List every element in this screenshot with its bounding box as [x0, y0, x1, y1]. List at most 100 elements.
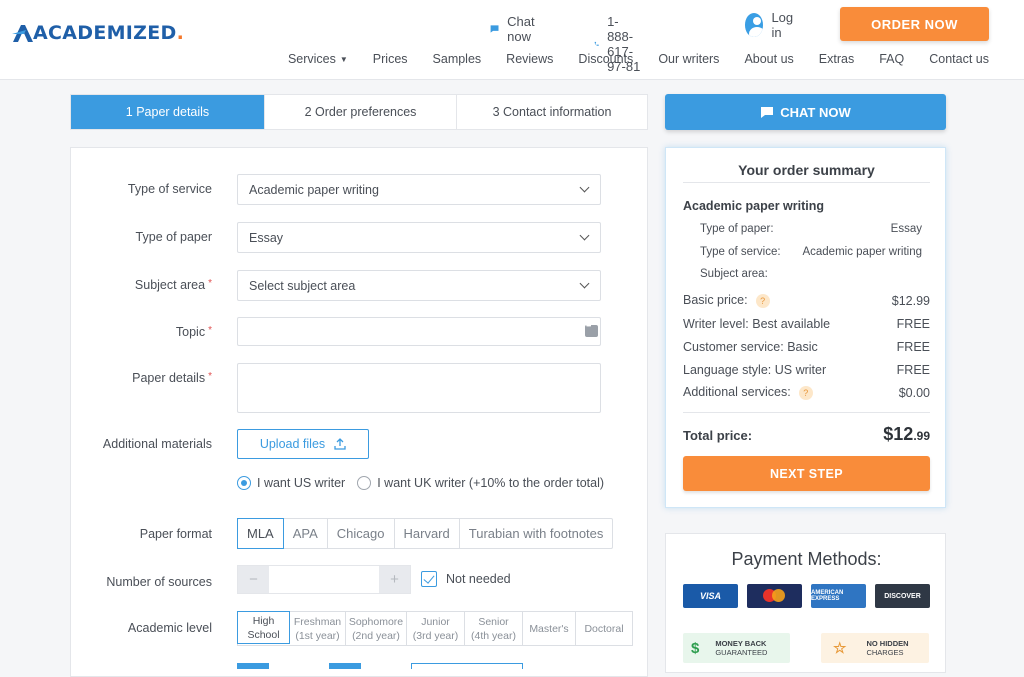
- level-sophomore[interactable]: Sophomore (2nd year): [346, 612, 407, 645]
- type-of-service-label: Type of service: [127, 182, 212, 196]
- summary-additional-services: Additional services:? $0.00: [683, 385, 930, 400]
- chat-label: Chat now: [507, 14, 535, 44]
- chat-bubble-icon: [761, 106, 774, 118]
- user-avatar-icon: [745, 13, 764, 37]
- header-chat-link[interactable]: Chat now: [490, 14, 540, 44]
- total-price: $12.99: [883, 424, 930, 444]
- format-chicago[interactable]: Chicago: [328, 519, 395, 548]
- level-junior[interactable]: Junior (3rd year): [407, 612, 465, 645]
- sources-plus-button[interactable]: +: [379, 566, 410, 593]
- us-writer-radio[interactable]: [237, 476, 251, 490]
- level-senior[interactable]: Senior (4th year): [465, 612, 523, 645]
- header-login-link[interactable]: Log in: [745, 10, 799, 40]
- chevron-down-icon: [579, 230, 590, 241]
- writer-choice-radios: I want US writer I want UK writer (+10% …: [237, 476, 604, 490]
- summary-subject-area: Subject area:: [700, 268, 768, 280]
- sources-minus-button[interactable]: −: [238, 566, 269, 593]
- keyboard-icon[interactable]: [585, 323, 598, 337]
- required-mark: *: [208, 278, 212, 289]
- logo-text: ACADEMIZED: [33, 22, 177, 44]
- summary-service: Academic paper writing: [683, 199, 825, 213]
- visa-logo: VISA: [683, 584, 738, 608]
- step-contact-information[interactable]: 3 Contact information: [457, 95, 647, 129]
- site-header: ACADEMIZED. Chat now 1-888-617-97-81 Log…: [0, 0, 1024, 80]
- subject-area-label: Subject area *: [134, 278, 212, 292]
- nav-contact-us[interactable]: Contact us: [929, 52, 989, 66]
- required-mark: *: [208, 371, 212, 382]
- money-back-badge: $ MONEY BACK GUARANTEED: [683, 633, 790, 663]
- format-turabian[interactable]: Turabian with footnotes: [460, 519, 613, 548]
- summary-type-of-service: Type of service: Academic paper writing: [700, 246, 922, 258]
- nav-about-us[interactable]: About us: [744, 52, 793, 66]
- order-steps: 1 Paper details 2 Order preferences 3 Co…: [70, 94, 648, 130]
- uk-writer-radio[interactable]: [357, 476, 372, 490]
- format-apa[interactable]: APA: [284, 519, 328, 548]
- number-of-sources-label: Number of sources: [106, 575, 212, 589]
- paper-format-options: MLA APA Chicago Harvard Turabian with fo…: [237, 518, 614, 549]
- additional-materials-label: Additional materials: [102, 437, 212, 451]
- star-icon: ☆: [833, 639, 847, 657]
- nav-our-writers[interactable]: Our writers: [658, 52, 719, 66]
- not-needed-checkbox-wrap[interactable]: Not needed: [421, 571, 511, 587]
- next-step-button[interactable]: NEXT STEP: [683, 456, 930, 491]
- no-hidden-charges-badge: ☆ NO HIDDEN CHARGES: [821, 633, 929, 663]
- login-label: Log in: [771, 10, 794, 40]
- topic-input[interactable]: [237, 317, 601, 346]
- order-summary: Your order summary Academic paper writin…: [665, 147, 946, 508]
- summary-customer-service: Customer service: Basic FREE: [683, 340, 930, 354]
- phone-icon: [594, 41, 599, 46]
- step-order-preferences[interactable]: 2 Order preferences: [265, 95, 457, 129]
- payment-methods: Payment Methods: VISA AMERICAN EXPRESS D…: [665, 533, 946, 673]
- level-high-school[interactable]: High School: [237, 611, 290, 644]
- chevron-down-icon: [579, 278, 590, 289]
- level-doctoral[interactable]: Doctoral: [576, 612, 632, 645]
- type-of-paper-select[interactable]: Essay: [237, 222, 601, 253]
- required-mark: *: [208, 325, 212, 336]
- summary-title: Your order summary: [738, 162, 875, 178]
- nav-extras[interactable]: Extras: [819, 52, 854, 66]
- nav-prices[interactable]: Prices: [373, 52, 408, 66]
- upload-icon: [334, 438, 346, 450]
- nav-services[interactable]: Services ▼: [288, 52, 348, 66]
- not-needed-label: Not needed: [446, 572, 511, 586]
- chevron-down-icon: ▼: [339, 54, 348, 64]
- order-now-button[interactable]: ORDER NOW: [840, 7, 989, 41]
- discover-logo: DISCOVER: [875, 584, 930, 608]
- paper-details-form: Type of service Academic paper writing T…: [70, 147, 648, 677]
- upload-files-button[interactable]: Upload files: [237, 429, 369, 459]
- paper-format-label: Paper format: [139, 527, 212, 541]
- level-freshman[interactable]: Freshman (1st year): [290, 612, 346, 645]
- logo[interactable]: ACADEMIZED.: [12, 22, 184, 44]
- next-row-partial: [237, 663, 637, 669]
- step-paper-details[interactable]: 1 Paper details: [71, 95, 265, 129]
- total-label: Total price:: [683, 428, 753, 443]
- dollar-icon: $: [691, 639, 700, 657]
- nav-faq[interactable]: FAQ: [879, 52, 904, 66]
- summary-total: Total price: $12.99: [683, 424, 930, 445]
- summary-basic-price: Basic price:? $12.99: [683, 293, 930, 308]
- subject-area-select[interactable]: Select subject area: [237, 270, 601, 301]
- chevron-down-icon: [579, 182, 590, 193]
- nav-reviews[interactable]: Reviews: [506, 52, 553, 66]
- format-harvard[interactable]: Harvard: [395, 519, 460, 548]
- nav-discounts[interactable]: Discounts: [578, 52, 633, 66]
- type-of-service-select[interactable]: Academic paper writing: [237, 174, 601, 205]
- format-mla[interactable]: MLA: [237, 518, 284, 549]
- uk-writer-label[interactable]: I want UK writer (+10% to the order tota…: [377, 476, 604, 490]
- level-masters[interactable]: Master's: [523, 612, 576, 645]
- chat-bubble-icon: [490, 25, 499, 33]
- not-needed-checkbox[interactable]: [421, 571, 437, 587]
- sources-input[interactable]: [269, 566, 379, 593]
- amex-logo: AMERICAN EXPRESS: [811, 584, 866, 608]
- topic-label: Topic *: [175, 325, 212, 339]
- paper-details-textarea[interactable]: [237, 363, 601, 413]
- chat-now-button[interactable]: CHAT NOW: [665, 94, 946, 130]
- help-icon[interactable]: ?: [755, 294, 770, 308]
- us-writer-label[interactable]: I want US writer: [257, 476, 345, 490]
- payment-cards: VISA AMERICAN EXPRESS DISCOVER: [683, 584, 930, 608]
- nav-samples[interactable]: Samples: [433, 52, 482, 66]
- help-icon[interactable]: ?: [798, 386, 813, 400]
- payment-title: Payment Methods:: [731, 549, 882, 569]
- summary-type-of-paper: Type of paper: Essay: [700, 223, 922, 235]
- summary-language-style: Language style: US writer FREE: [683, 363, 930, 377]
